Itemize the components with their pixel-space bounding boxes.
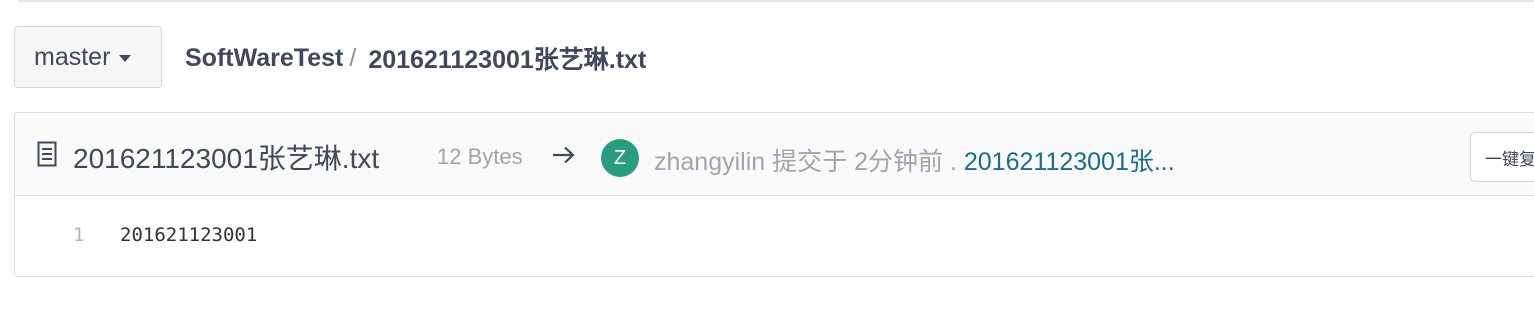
copy-button-label: 一键复制	[1485, 149, 1534, 169]
file-text-icon	[37, 141, 57, 167]
commit-info: zhangyilin 提交于 2分钟前 . 201621123001张...	[654, 142, 1175, 178]
commit-message-link[interactable]: 201621123001张...	[964, 148, 1175, 176]
code-line: 201621123001	[120, 224, 258, 246]
arrow-right-icon	[553, 146, 575, 164]
file-size: 12 Bytes	[437, 144, 523, 169]
copy-button[interactable]: 一键复制	[1470, 132, 1534, 182]
commit-time: 2分钟前	[854, 148, 944, 176]
breadcrumb-repo-link[interactable]: SoftWareTest	[185, 44, 343, 73]
code-area: 1 201621123001	[15, 196, 1534, 276]
branch-select[interactable]: master	[14, 26, 162, 88]
avatar-letter: Z	[613, 146, 627, 169]
breadcrumb: SoftWareTest / 201621123001张艺琳.txt	[185, 40, 646, 76]
commit-dot: .	[949, 148, 957, 176]
avatar[interactable]: Z	[601, 139, 639, 177]
top-divider	[18, 0, 1534, 2]
commit-author[interactable]: zhangyilin	[654, 148, 765, 176]
branch-label: master	[34, 42, 111, 71]
line-number: 1	[73, 224, 85, 246]
breadcrumb-separator: /	[349, 43, 357, 72]
breadcrumb-file: 201621123001张艺琳.txt	[368, 46, 647, 74]
chevron-down-icon	[119, 54, 132, 62]
file-viewer: 201621123001张艺琳.txt 12 Bytes Z zhangyili…	[14, 112, 1534, 277]
commit-action: 提交于	[772, 148, 848, 176]
file-header: 201621123001张艺琳.txt 12 Bytes Z zhangyili…	[15, 113, 1534, 196]
file-name: 201621123001张艺琳.txt	[73, 143, 380, 174]
